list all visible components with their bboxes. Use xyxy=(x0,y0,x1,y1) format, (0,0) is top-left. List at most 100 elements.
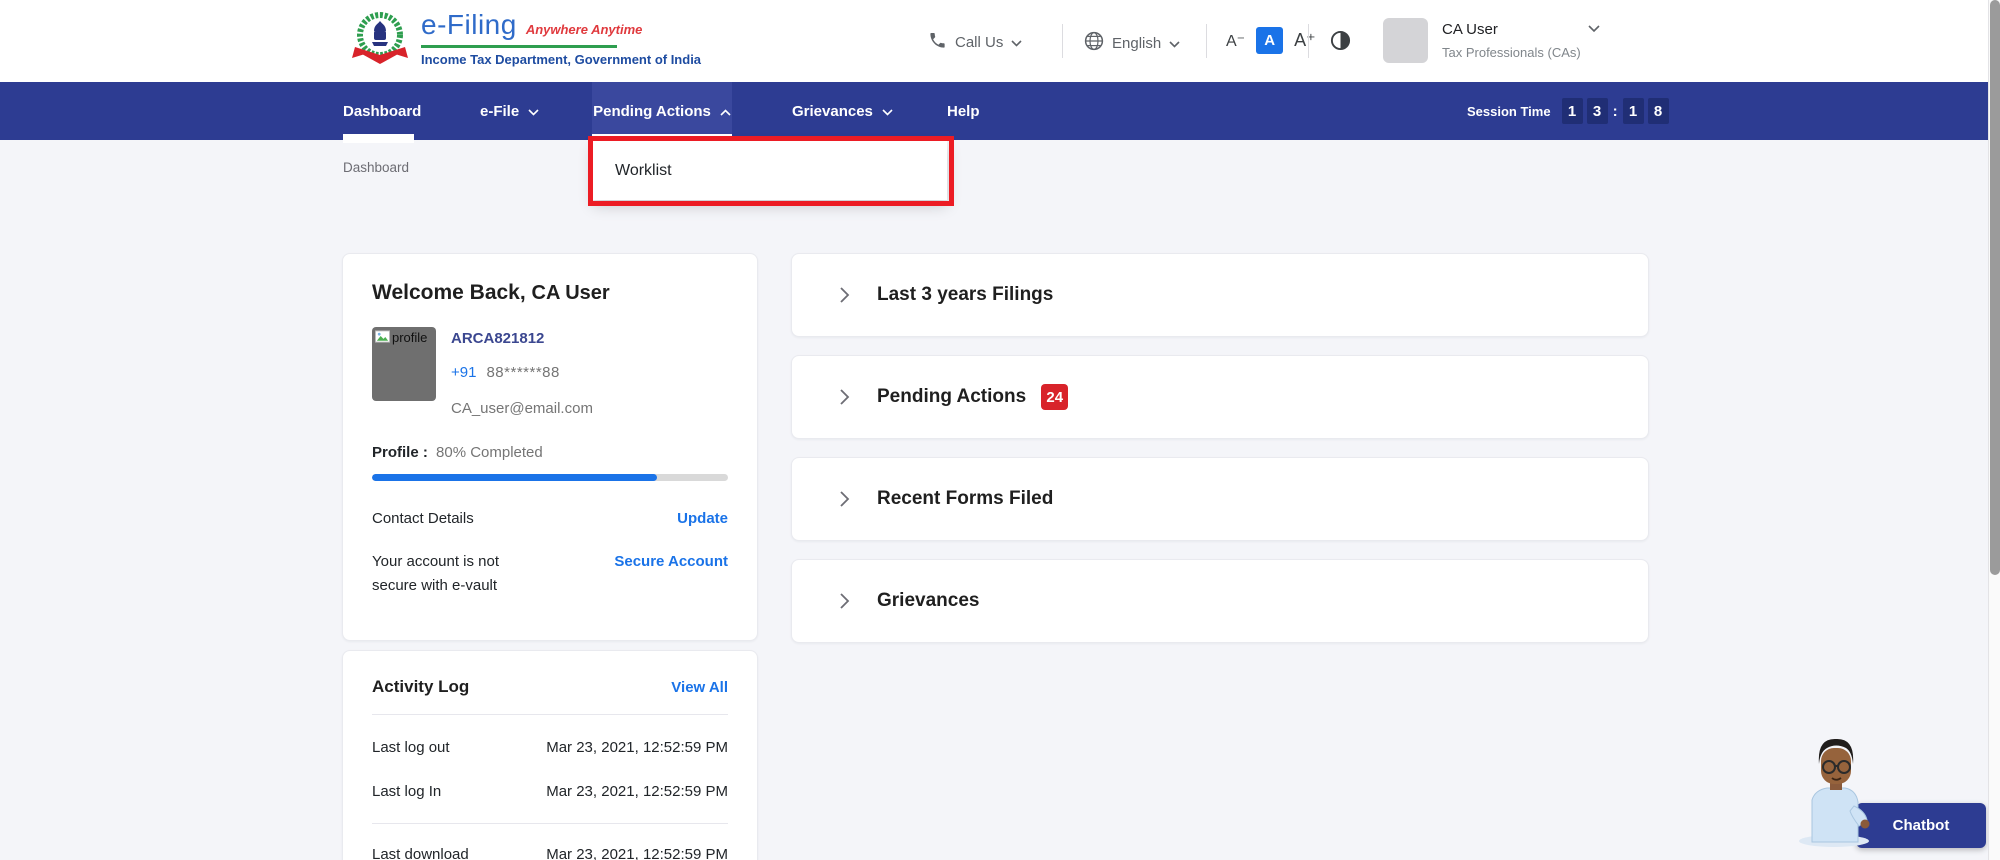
pending-actions-dropdown: Worklist xyxy=(593,141,947,200)
activity-row: Last download Mar 23, 2021, 12:52:59 PM xyxy=(372,846,728,860)
nav-item-efile[interactable]: e-File xyxy=(480,82,539,140)
income-tax-emblem-icon xyxy=(352,9,408,74)
vertical-scrollbar-track[interactable] xyxy=(1988,0,2000,860)
accordion-pending-actions[interactable]: Pending Actions 24 xyxy=(791,355,1649,439)
contact-details-label: Contact Details xyxy=(372,510,474,527)
contact-details-row: Contact Details Update xyxy=(372,510,728,527)
welcome-greeting: Welcome Back, xyxy=(372,281,526,304)
chevron-down-icon xyxy=(1588,20,1600,38)
view-all-link[interactable]: View All xyxy=(671,679,728,696)
chevron-right-icon xyxy=(839,286,850,304)
header-divider xyxy=(1308,24,1309,58)
accordion-title: Recent Forms Filed xyxy=(877,488,1054,509)
pending-count-badge: 24 xyxy=(1041,384,1069,410)
evault-text: Your account is not secure with e-vault xyxy=(372,550,499,598)
font-default-button[interactable]: A xyxy=(1256,27,1284,54)
user-name: CA User xyxy=(1442,20,1498,38)
chatbot-label: Chatbot xyxy=(1892,817,1950,834)
welcome-user-name: CA User xyxy=(531,282,610,304)
chevron-right-icon xyxy=(839,592,850,610)
language-label: English xyxy=(1112,34,1162,52)
profile-image-placeholder: profile xyxy=(372,327,436,401)
session-digit: 8 xyxy=(1647,98,1669,124)
pending-actions-active-indicator xyxy=(592,134,732,143)
chevron-down-icon xyxy=(1011,34,1022,51)
activity-log-card: Activity Log View All Last log out Mar 2… xyxy=(342,650,758,860)
update-link[interactable]: Update xyxy=(677,510,728,527)
nav-label: Help xyxy=(947,102,980,120)
chevron-down-icon xyxy=(528,103,539,120)
session-timer: Session Time 1 3 : 1 8 xyxy=(1467,82,1671,140)
profile-completion-text: Profile : 80% Completed xyxy=(372,444,728,461)
evault-row: Your account is not secure with e-vault … xyxy=(372,550,728,598)
header-divider xyxy=(1206,24,1207,58)
user-id: ARCA821812 xyxy=(451,330,545,347)
font-increase-button[interactable]: A⁺ xyxy=(1294,30,1316,51)
session-digit: 1 xyxy=(1622,98,1644,124)
nav-item-pending-actions[interactable]: Pending Actions xyxy=(592,82,732,140)
nav-label: Dashboard xyxy=(343,102,422,120)
profile-summary: profile ARCA821812 +91 88******88 CA_user… xyxy=(372,327,728,417)
broken-image-icon xyxy=(375,330,390,348)
breadcrumb[interactable]: Dashboard xyxy=(343,160,409,175)
chevron-down-icon xyxy=(1169,35,1180,52)
session-colon: : xyxy=(1612,102,1618,120)
accordion-grievances[interactable]: Grievances xyxy=(791,559,1649,643)
session-digit: 1 xyxy=(1561,98,1583,124)
activity-value: Mar 23, 2021, 12:52:59 PM xyxy=(546,739,728,756)
session-time-label: Session Time xyxy=(1467,103,1551,119)
secure-account-link[interactable]: Secure Account xyxy=(614,550,728,574)
activity-label: Last log In xyxy=(372,783,442,800)
phone-icon xyxy=(928,31,947,54)
nav-label: e-File xyxy=(480,102,520,120)
activity-log-title: Activity Log xyxy=(372,677,470,696)
font-decrease-button[interactable]: A⁻ xyxy=(1226,31,1245,51)
user-menu[interactable]: CA User Tax Professionals (CAs) xyxy=(1383,18,1600,63)
chevron-down-icon xyxy=(882,103,893,120)
contrast-icon xyxy=(1330,30,1351,55)
activity-row: Last log In Mar 23, 2021, 12:52:59 PM xyxy=(372,783,728,800)
main-navbar: Dashboard e-File Pending Actions Grievan… xyxy=(0,82,2000,140)
activity-value: Mar 23, 2021, 12:52:59 PM xyxy=(546,846,728,860)
language-selector[interactable]: English xyxy=(1084,31,1180,55)
font-size-controls: A⁻ A A⁺ xyxy=(1226,27,1316,54)
nav-item-dashboard[interactable]: Dashboard xyxy=(343,82,421,140)
accordion-title: Grievances xyxy=(877,590,980,611)
efiling-logo-link[interactable]: e-Filing Anywhere Anytime Income Tax Dep… xyxy=(352,9,701,74)
nav-item-grievances[interactable]: Grievances xyxy=(792,82,893,140)
user-role: Tax Professionals (CAs) xyxy=(1442,45,1581,60)
menu-item-worklist[interactable]: Worklist xyxy=(593,141,947,200)
header-divider xyxy=(1062,24,1063,58)
contrast-toggle[interactable] xyxy=(1330,30,1351,51)
call-us-label: Call Us xyxy=(955,34,1004,51)
dashboard-active-indicator xyxy=(343,134,414,143)
accordion-recent-forms-filed[interactable]: Recent Forms Filed xyxy=(791,457,1649,541)
user-email: CA_user@email.com xyxy=(451,400,593,417)
accordion-last-3-years-filings[interactable]: Last 3 years Filings xyxy=(791,253,1649,337)
session-digit: 3 xyxy=(1586,98,1608,124)
chatbot-avatar[interactable] xyxy=(1794,736,1878,848)
brand-name: e-Filing xyxy=(421,9,517,40)
chevron-right-icon xyxy=(839,388,850,406)
nav-label: Pending Actions xyxy=(593,102,711,120)
department-name: Income Tax Department, Government of Ind… xyxy=(421,52,702,67)
phone-masked: 88******88 xyxy=(486,364,560,381)
logo-text: e-Filing Anywhere Anytime Income Tax Dep… xyxy=(421,9,701,67)
nav-label: Grievances xyxy=(792,102,873,120)
activity-log-header: Activity Log View All xyxy=(372,677,728,697)
profile-image-alt-text: profile xyxy=(392,330,428,345)
call-us-menu[interactable]: Call Us xyxy=(928,31,1022,54)
top-header: e-Filing Anywhere Anytime Income Tax Dep… xyxy=(0,0,2000,82)
activity-row: Last log out Mar 23, 2021, 12:52:59 PM xyxy=(372,739,728,756)
vertical-scrollbar-thumb[interactable] xyxy=(1990,0,2000,575)
user-avatar xyxy=(1383,18,1428,63)
activity-value: Mar 23, 2021, 12:52:59 PM xyxy=(546,783,728,800)
accordion-title: Last 3 years Filings xyxy=(877,284,1054,305)
nav-item-help[interactable]: Help xyxy=(947,82,980,140)
evault-line2: secure with e-vault xyxy=(372,577,498,594)
profile-completion-value: 80% Completed xyxy=(436,444,543,461)
profile-info: ARCA821812 +91 88******88 CA_user@email.c… xyxy=(451,327,593,417)
divider xyxy=(372,823,728,824)
welcome-card: Welcome Back, CA User profile ARCA821812… xyxy=(342,253,758,641)
accordion-title: Pending Actions xyxy=(877,386,1027,407)
